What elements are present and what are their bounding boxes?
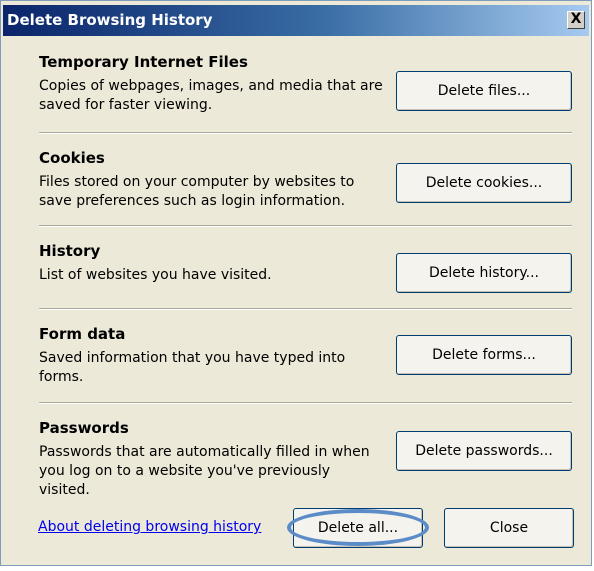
section-description: Saved information that you have typed in… [39, 350, 346, 385]
delete-history-button[interactable]: Delete history... [396, 253, 572, 293]
window-title: Delete Browsing History [7, 11, 213, 29]
section-title: History [39, 242, 101, 260]
section-title: Temporary Internet Files [39, 53, 248, 71]
section-description: Files stored on your computer by website… [39, 174, 355, 209]
section-title: Passwords [39, 419, 129, 437]
section-title: Cookies [39, 149, 105, 167]
divider [39, 132, 572, 134]
section-description: List of websites you have visited. [39, 267, 272, 283]
section-description: Passwords that are automatically filled … [39, 444, 370, 498]
about-deleting-browsing-history-link[interactable]: About deleting browsing history [38, 519, 261, 535]
close-icon[interactable]: X [567, 11, 585, 29]
delete-cookies-button[interactable]: Delete cookies... [396, 163, 572, 203]
delete-files-button[interactable]: Delete files... [396, 71, 572, 111]
divider [39, 225, 572, 227]
divider [39, 308, 572, 310]
title-bar: Delete Browsing History X [3, 5, 589, 36]
delete-browsing-history-dialog: Delete Browsing History X Temporary Inte… [0, 0, 592, 566]
section-description: Copies of webpages, images, and media th… [39, 78, 383, 113]
delete-forms-button[interactable]: Delete forms... [396, 335, 572, 375]
close-button[interactable]: Close [444, 508, 574, 548]
delete-passwords-button[interactable]: Delete passwords... [396, 431, 572, 471]
divider [39, 402, 572, 404]
section-title: Form data [39, 325, 126, 343]
delete-all-button[interactable]: Delete all... [293, 508, 423, 548]
